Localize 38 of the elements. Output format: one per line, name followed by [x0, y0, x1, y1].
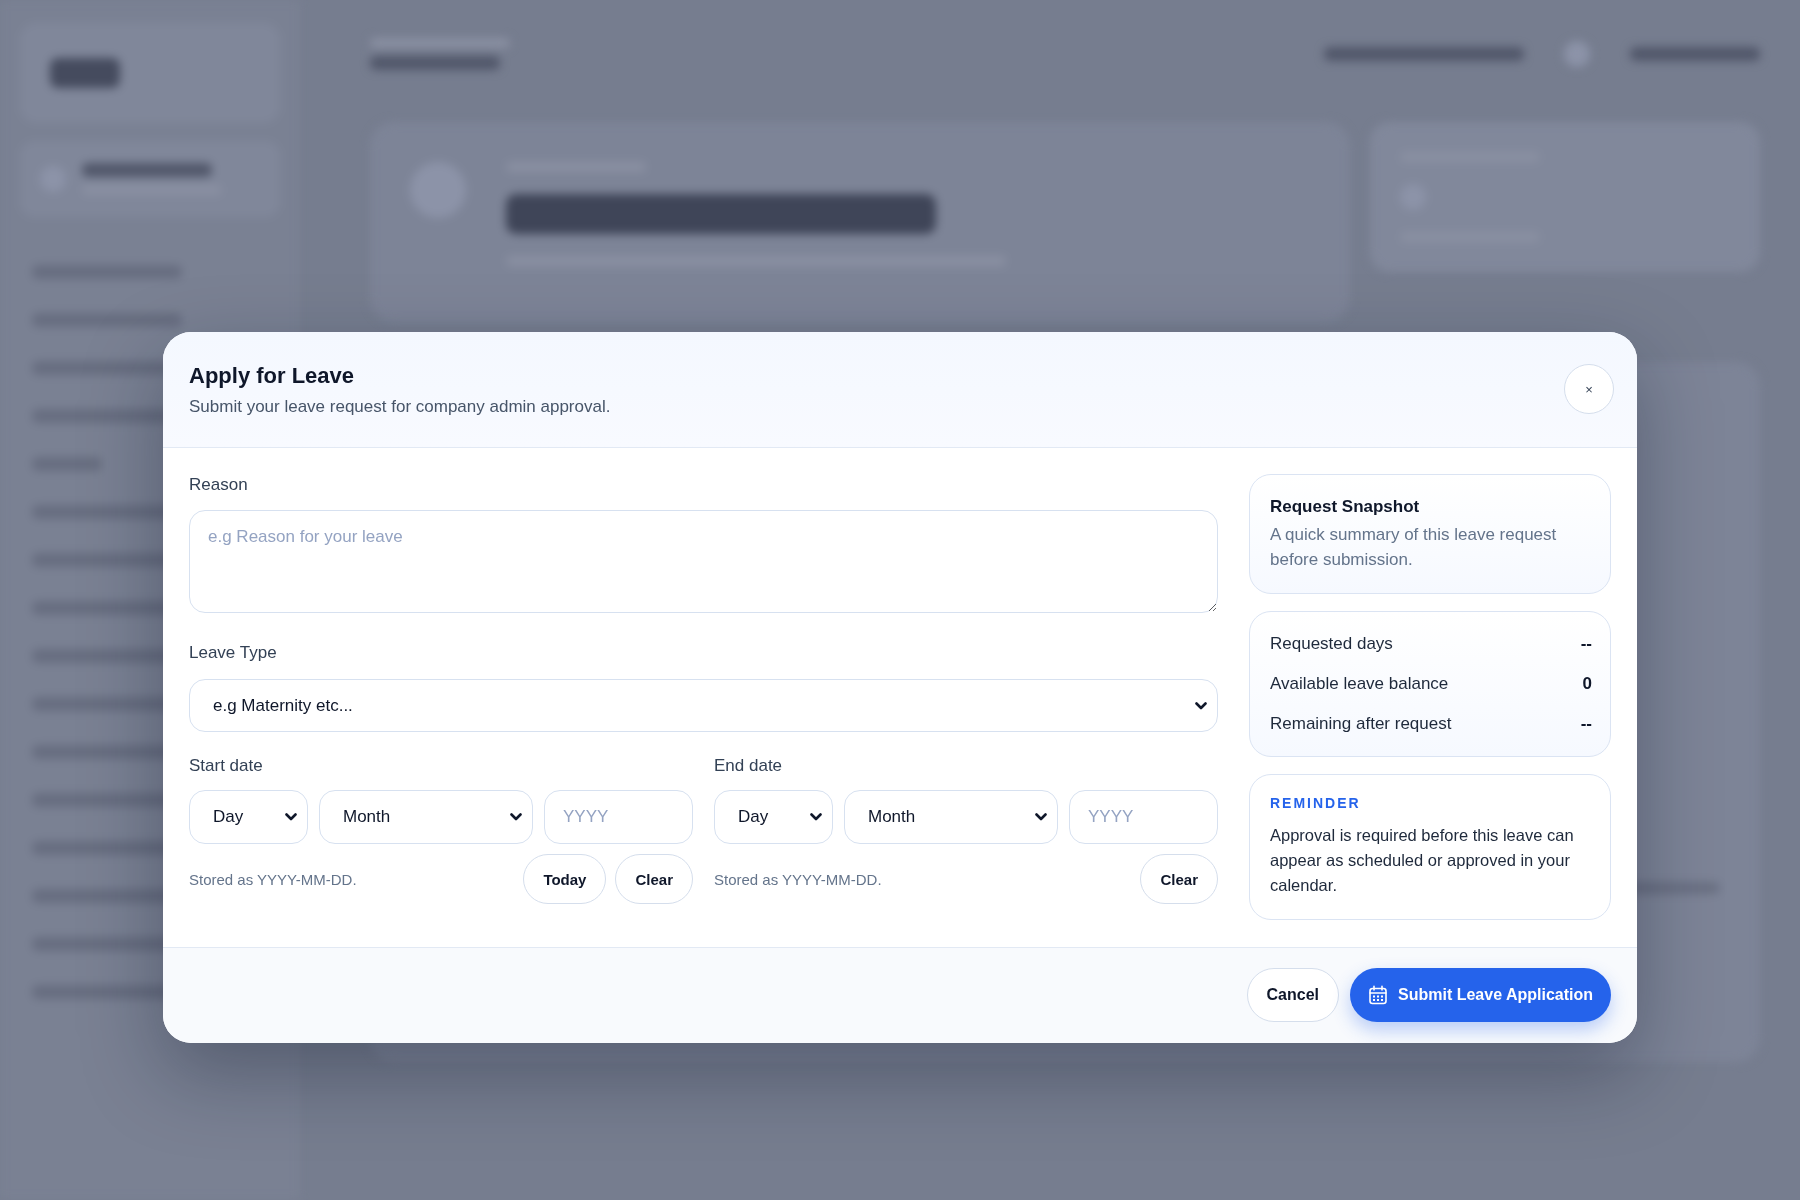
field-label: End date	[714, 755, 784, 777]
card-description: A quick summary of this leave request before submission.	[1270, 524, 1558, 571]
summary-label: Available leave balance	[1270, 673, 1449, 695]
format-hint: Stored as YYYY-MM-DD.	[714, 870, 883, 888]
month-select[interactable]: Month	[319, 790, 533, 844]
summary-value: --	[1580, 713, 1592, 735]
format-hint: Stored as YYYY-MM-DD.	[189, 870, 358, 888]
chevron-down-icon	[285, 813, 297, 821]
date-action-button[interactable]: Clear	[615, 854, 693, 904]
field-label: Leave Type	[189, 642, 278, 664]
summary-value: --	[1580, 633, 1592, 655]
reminder-text: Approval is required before this leave can appear as scheduled or approved in your calendar.	[1270, 825, 1575, 896]
date-action-button[interactable]: Today	[523, 854, 607, 904]
reason-field[interactable]: e.g Reason for your leave	[189, 510, 1218, 613]
chevron-down-icon	[1035, 813, 1047, 821]
year-field[interactable]: YYYY	[1069, 790, 1218, 844]
summary-label: Remaining after request	[1270, 713, 1452, 735]
summary-value: 0	[1582, 673, 1592, 695]
close-button[interactable]: ×	[1564, 364, 1614, 414]
chevron-down-icon	[810, 813, 822, 821]
card-title: Request Snapshot	[1270, 496, 1421, 518]
cancel-button[interactable]: Cancel	[1246, 968, 1339, 1022]
year-field[interactable]: YYYY	[544, 790, 693, 844]
day-select[interactable]: Day	[714, 790, 833, 844]
dialog-title: Apply for Leave	[189, 362, 356, 390]
month-select[interactable]: Month	[844, 790, 1058, 844]
dialog-subtitle: Submit your leave request for company admin approval.	[189, 396, 611, 418]
day-select[interactable]: Day	[189, 790, 308, 844]
field-label: Reason	[189, 474, 249, 496]
reminder-heading: REMINDER	[1270, 794, 1362, 813]
calendar-icon	[1368, 985, 1388, 1005]
submit-button[interactable]: Submit Leave Application	[1350, 968, 1611, 1022]
leave-type-select[interactable]: e.g Maternity etc...	[189, 679, 1218, 732]
field-label: Start date	[189, 755, 264, 777]
chevron-down-icon	[510, 813, 522, 821]
chevron-down-icon	[1195, 701, 1207, 710]
date-action-button[interactable]: Clear	[1140, 854, 1218, 904]
summary-label: Requested days	[1270, 633, 1393, 655]
